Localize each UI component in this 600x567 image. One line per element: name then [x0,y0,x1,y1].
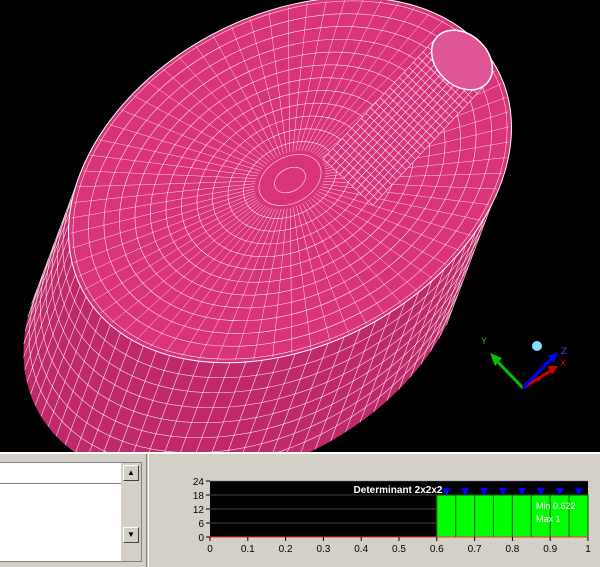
log-separator [0,483,122,484]
y-tick-label: 18 [193,491,205,502]
min-label: Min 0.622 [536,501,576,511]
x-tick-label: 0.4 [354,544,368,555]
histogram-bar [474,494,495,538]
message-log[interactable]: ▲ ▼ [0,462,142,562]
x-tick-label: 0.3 [316,544,330,555]
axis-triad: Y X Z [481,337,567,390]
view-sphere-icon [532,341,542,351]
max-label: Max 1 [536,514,561,524]
histogram-bar [436,494,457,538]
x-tick-label: 0.9 [543,544,557,555]
3d-viewport[interactable]: Y X Z [0,0,600,452]
histogram-bar [511,494,532,538]
y-tick-label: 24 [193,477,205,488]
y-tick-label: 12 [193,505,205,516]
scroll-down-button[interactable]: ▼ [123,527,139,543]
y-axis-label: Y [481,337,487,348]
y-axis-arrow [492,356,525,390]
z-axis-label: Z [561,347,567,358]
mesh-render: Y X Z [23,0,567,452]
panel-splitter[interactable] [146,454,149,567]
y-tick-label: 6 [198,519,204,530]
x-tick-label: 0.7 [468,544,482,555]
y-tick-label: 0 [198,533,204,544]
x-tick-label: 0.1 [241,544,255,555]
histogram-bar [455,494,476,538]
bottom-panel: ▲ ▼ 24 18 12 6 0 0 0.1 0.2 0.3 0.4 0.5 0.6 0.7 0.8 0.… [0,452,600,567]
histogram-bar [493,494,513,538]
x-axis-label: X [560,359,566,370]
histogram-title: Determinant 2x2x2 [354,485,443,496]
x-tick-label: 0 [207,544,213,555]
x-tick-label: 0.5 [392,544,406,555]
x-tick-label: 0.6 [430,544,444,555]
quality-histogram: 24 18 12 6 0 0 0.1 0.2 0.3 0.4 0.5 0.6 0.7 0.8 0.9 1 D… [193,477,591,555]
scroll-up-button[interactable]: ▲ [123,465,139,481]
x-tick-label: 1 [585,544,591,555]
x-tick-label: 0.2 [279,544,293,555]
log-scrollbar[interactable]: ▲ ▼ [121,463,141,561]
x-tick-label: 0.8 [505,544,519,555]
